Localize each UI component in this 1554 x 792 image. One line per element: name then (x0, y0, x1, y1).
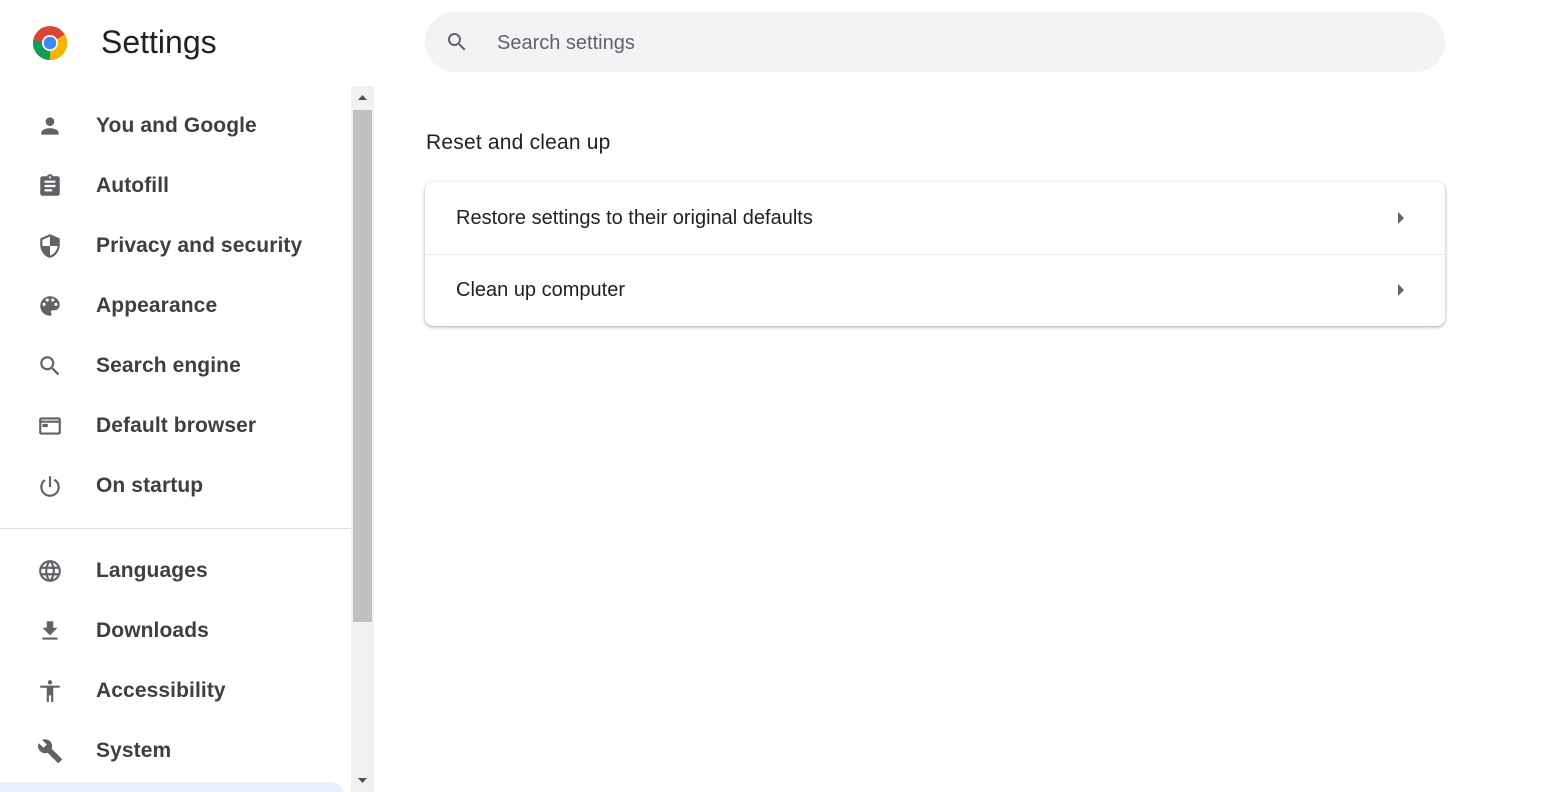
accessibility-icon (40, 680, 60, 702)
sidebar-item-default-browser[interactable]: Default browser (0, 400, 351, 452)
shield-icon (40, 234, 60, 258)
sidebar-item-label: Languages (96, 559, 208, 582)
sidebar-item-languages[interactable]: Languages (0, 545, 351, 597)
row-label: Restore settings to their original defau… (456, 207, 813, 229)
browser-window-icon (39, 417, 61, 435)
globe-icon (39, 560, 61, 582)
sidebar-item-privacy-and-security[interactable]: Privacy and security (0, 220, 351, 272)
sidebar-item-label: Privacy and security (96, 234, 303, 257)
scroll-down-arrow-icon[interactable] (351, 772, 374, 789)
sidebar-item-search-engine[interactable]: Search engine (0, 340, 351, 392)
page-title: Settings (101, 24, 217, 60)
sidebar-item-label: Autofill (96, 174, 170, 197)
sidebar-scrollbar[interactable] (351, 86, 374, 792)
search-bar[interactable] (425, 12, 1445, 74)
sidebar-item-you-and-google[interactable]: You and Google (0, 100, 351, 152)
sidebar-item-appearance[interactable]: Appearance (0, 280, 351, 332)
search-icon (40, 356, 60, 376)
sidebar-divider (0, 528, 351, 529)
sidebar-item-label: Search engine (96, 354, 241, 377)
scroll-up-arrow-icon[interactable] (351, 89, 374, 106)
sidebar-item-autofill[interactable]: Autofill (0, 160, 351, 212)
arrow-right-icon (1398, 284, 1404, 296)
clean-up-computer-row[interactable]: Clean up computer (425, 254, 1445, 326)
sidebar-item-label: You and Google (96, 114, 257, 137)
sidebar-item-on-startup[interactable]: On startup (0, 460, 351, 512)
sidebar-item-label: On startup (96, 474, 204, 497)
sidebar-item-label: System (96, 739, 172, 762)
search-input[interactable] (495, 12, 1399, 74)
power-icon (40, 476, 60, 497)
section-title: Reset and clean up (426, 131, 611, 154)
arrow-right-icon (1398, 212, 1404, 224)
settings-page: Settings You and Google Autofill Privacy… (0, 0, 1554, 792)
sidebar-item-label: Default browser (96, 414, 257, 437)
download-icon (42, 621, 58, 640)
sidebar-item-label: Accessibility (96, 679, 226, 702)
chrome-logo-icon (32, 26, 68, 61)
sidebar-item-reset-selected[interactable] (0, 782, 345, 792)
sidebar-nav: You and Google Autofill Privacy and secu… (0, 86, 351, 792)
sidebar-item-system[interactable]: System (0, 725, 351, 777)
restore-defaults-row[interactable]: Restore settings to their original defau… (425, 182, 1445, 254)
sidebar-item-downloads[interactable]: Downloads (0, 605, 351, 657)
sidebar-item-label: Downloads (96, 619, 209, 642)
reset-card: Restore settings to their original defau… (425, 182, 1445, 326)
row-label: Clean up computer (456, 279, 625, 301)
person-icon (41, 117, 59, 135)
palette-icon (40, 296, 60, 316)
scrollbar-thumb[interactable] (353, 110, 372, 622)
sidebar-item-accessibility[interactable]: Accessibility (0, 665, 351, 717)
search-icon (448, 33, 466, 51)
clipboard-icon (40, 174, 60, 196)
wrench-icon (38, 739, 62, 763)
sidebar-item-label: Appearance (96, 294, 218, 317)
